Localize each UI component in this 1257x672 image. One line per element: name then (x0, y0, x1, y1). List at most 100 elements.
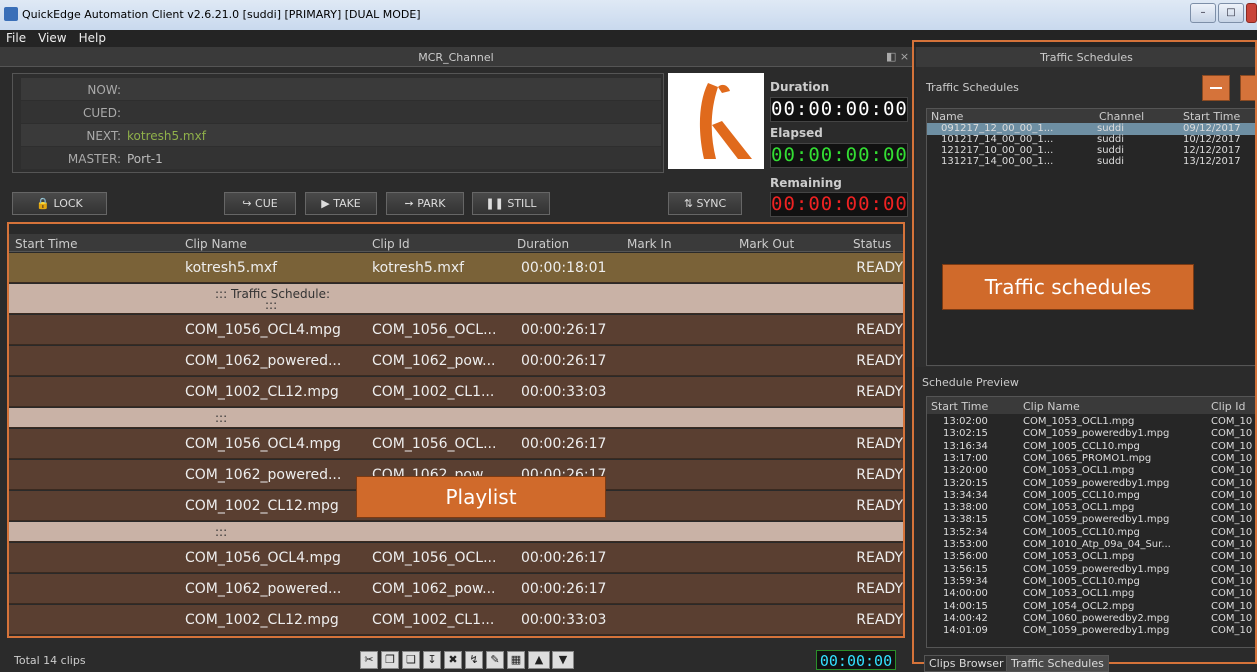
preview-clip-id: COM_10 (1211, 452, 1253, 464)
preview-clip-id: COM_10 (1211, 465, 1253, 477)
tab-traffic-schedules[interactable]: Traffic Schedules (1006, 655, 1109, 672)
col-clip-id[interactable]: Clip Id (1211, 400, 1246, 413)
move-down-icon[interactable]: ▼ (552, 651, 574, 669)
playlist-header: Start Time Clip Name Clip Id Duration Ma… (9, 234, 903, 252)
menu-view[interactable]: View (32, 30, 72, 47)
pause-icon: ❚❚ (485, 197, 504, 210)
preview-row[interactable]: 13:16:34 COM_1005_CCL10.mpg COM_10 (927, 440, 1256, 453)
col-mark-in[interactable]: Mark In (627, 237, 672, 251)
col-mark-out[interactable]: Mark Out (739, 237, 794, 251)
preview-clip-id: COM_10 (1211, 625, 1253, 637)
menu-file[interactable]: File (0, 30, 32, 47)
preview-row[interactable]: 13:02:00 COM_1053_OCL1.mpg COM_10 (927, 416, 1256, 428)
playlist-row[interactable]: COM_1002_CL12.mpg COM_1002_CL1... 00:00:33… (9, 377, 903, 407)
move-up-icon[interactable]: ▲ (528, 651, 550, 669)
preview-row[interactable]: 13:56:00 COM_1053_OCL1.mpg COM_10 (927, 551, 1256, 563)
playlist-row[interactable]: COM_1056_OCL4.mpg COM_1056_OCL... 00:00:26… (9, 315, 903, 345)
preview-row[interactable]: 13:53:00 COM_1010_Atp_09a_04_Sur... COM_10 (927, 540, 1256, 551)
paste-icon[interactable]: ❑ (402, 651, 420, 669)
park-button[interactable]: ➙ PARK (386, 192, 464, 215)
add-schedule-button[interactable] (1240, 75, 1257, 101)
playlist-separator-row[interactable]: ::: (9, 522, 903, 542)
status-label: CUED: (82, 106, 121, 120)
sync-icon: ⇅ (683, 197, 694, 210)
remove-schedule-button[interactable] (1202, 75, 1230, 101)
tab-clips-browser[interactable]: Clips Browser (924, 655, 1009, 672)
properties-icon[interactable]: ▦ (507, 651, 525, 669)
app-logo-icon (4, 7, 18, 21)
preview-clip-id: COM_10 (1211, 416, 1253, 427)
close-button[interactable] (1246, 3, 1257, 23)
insert-icon[interactable]: ↧ (423, 651, 441, 669)
clip-id: COM_1056_OCL... (372, 322, 497, 338)
preview-start-time: 13:59:34 (943, 575, 988, 587)
duration-timer: Duration 00:00:00:00 (770, 80, 908, 122)
playlist-row[interactable]: COM_1062_powered... COM_1062_pow... 00:00:… (9, 346, 903, 376)
take-label: TAKE (333, 197, 361, 210)
preview-row[interactable]: 13:38:15 COM_1059_poweredby1.mpg COM_10 (927, 515, 1256, 526)
col-start-time[interactable]: Start Time (15, 237, 78, 251)
minimize-button[interactable]: – (1190, 3, 1216, 23)
traffic-row[interactable]: 131217_14_00_00_1... suddi 13/12/2017 (927, 156, 1257, 168)
status-value: Port-1 (127, 152, 163, 166)
preview-row[interactable]: 13:52:34 COM_1005_CCL10.mpg COM_10 (927, 527, 1256, 539)
cut-icon[interactable]: ✂ (360, 651, 378, 669)
col-name[interactable]: Name (931, 110, 963, 123)
preview-clip-id: COM_10 (1211, 600, 1253, 612)
preview-row[interactable]: 13:38:00 COM_1053_OCL1.mpg COM_10 (927, 503, 1256, 514)
preview-row[interactable]: 13:20:00 COM_1053_OCL1.mpg COM_10 (927, 465, 1256, 477)
col-clip-name[interactable]: Clip Name (1023, 400, 1080, 413)
playlist-row[interactable]: COM_1056_OCL4.mpg COM_1056_OCL... 00:00:26… (9, 429, 903, 459)
playlist-separator-row[interactable]: ::: (9, 636, 905, 638)
col-status[interactable]: Status (853, 237, 891, 251)
take-button[interactable]: ▶ TAKE (305, 192, 377, 215)
clip-status: READY (856, 467, 903, 483)
still-button[interactable]: ❚❚ STILL (472, 192, 550, 215)
col-start-time[interactable]: Start Time (931, 400, 988, 413)
preview-row[interactable]: 13:02:15 COM_1059_poweredby1.mpg COM_10 (927, 429, 1256, 440)
preview-row[interactable]: 14:00:15 COM_1054_OCL2.mpg COM_10 (927, 600, 1256, 613)
playlist-separator-row[interactable]: ::: Traffic Schedule:::: (9, 284, 903, 314)
timer-label: Remaining (770, 176, 842, 190)
preview-row[interactable]: 14:01:09 COM_1059_poweredby1.mpg COM_10 (927, 625, 1256, 637)
preview-row[interactable]: 14:00:42 COM_1060_poweredby2.mpg COM_10 (927, 612, 1256, 625)
playlist-row[interactable]: COM_1056_OCL4.mpg COM_1056_OCL... 00:00:26… (9, 543, 903, 573)
preview-row[interactable]: 13:56:15 COM_1059_poweredby1.mpg COM_10 (927, 564, 1256, 576)
panel-float-icon[interactable]: ◧ × (886, 50, 909, 63)
col-channel[interactable]: Channel (1099, 110, 1144, 123)
playlist-separator-row[interactable]: ::: (9, 408, 903, 428)
preview-row[interactable]: 14:00:00 COM_1053_OCL1.mpg COM_10 (927, 589, 1256, 600)
delete-icon[interactable]: ✖ (444, 651, 462, 669)
preview-row[interactable]: 13:34:34 COM_1005_CCL10.mpg COM_10 (927, 490, 1256, 502)
maximize-button[interactable]: □ (1218, 3, 1244, 23)
playlist-row[interactable]: COM_1062_powered... COM_1062_pow... 00:00:… (9, 574, 903, 604)
preview-clip-name: COM_1053_OCL1.mpg (1023, 465, 1135, 477)
split-icon[interactable]: ↯ (465, 651, 483, 669)
col-clip-name[interactable]: Clip Name (185, 237, 247, 251)
schedule-name: 091217_12_00_00_1... (941, 123, 1054, 134)
sync-button[interactable]: ⇅ SYNC (668, 192, 742, 215)
preview-clip-id: COM_10 (1211, 440, 1253, 452)
schedule-channel: suddi (1097, 145, 1125, 156)
col-clip-id[interactable]: Clip Id (372, 237, 410, 251)
timer-value: 00:00:00:00 (770, 97, 908, 122)
park-icon: ➙ (404, 197, 414, 210)
clip-duration: 00:00:26:17 (521, 353, 607, 369)
playlist-row[interactable]: COM_1002_CL12.mpg COM_1002_CL1... 00:00:33… (9, 605, 903, 635)
preview-clip-id: COM_10 (1211, 612, 1253, 624)
col-start-time[interactable]: Start Time (1183, 110, 1240, 123)
schedule-preview-header: Schedule Preview (916, 372, 1257, 392)
menu-help[interactable]: Help (73, 30, 112, 47)
preview-row[interactable]: 13:20:15 COM_1059_poweredby1.mpg COM_10 (927, 478, 1256, 490)
clip-name: COM_1002_CL12.mpg (185, 384, 339, 400)
col-duration[interactable]: Duration (517, 237, 569, 251)
preview-clip-name: COM_1053_OCL1.mpg (1023, 551, 1135, 563)
copy-icon[interactable]: ❐ (381, 651, 399, 669)
preview-row[interactable]: 13:59:34 COM_1005_CCL10.mpg COM_10 (927, 575, 1256, 588)
lock-button[interactable]: 🔒 LOCK (12, 192, 107, 215)
cue-button[interactable]: ↪ CUE (224, 192, 296, 215)
edit-icon[interactable]: ✎ (486, 651, 504, 669)
preview-row[interactable]: 13:17:00 COM_1065_PROMO1.mpg COM_10 (927, 452, 1256, 465)
playlist-row[interactable]: kotresh5.mxf kotresh5.mxf 00:00:18:01 READY (9, 253, 903, 283)
traffic-panel-header: Traffic Schedules (916, 47, 1257, 67)
